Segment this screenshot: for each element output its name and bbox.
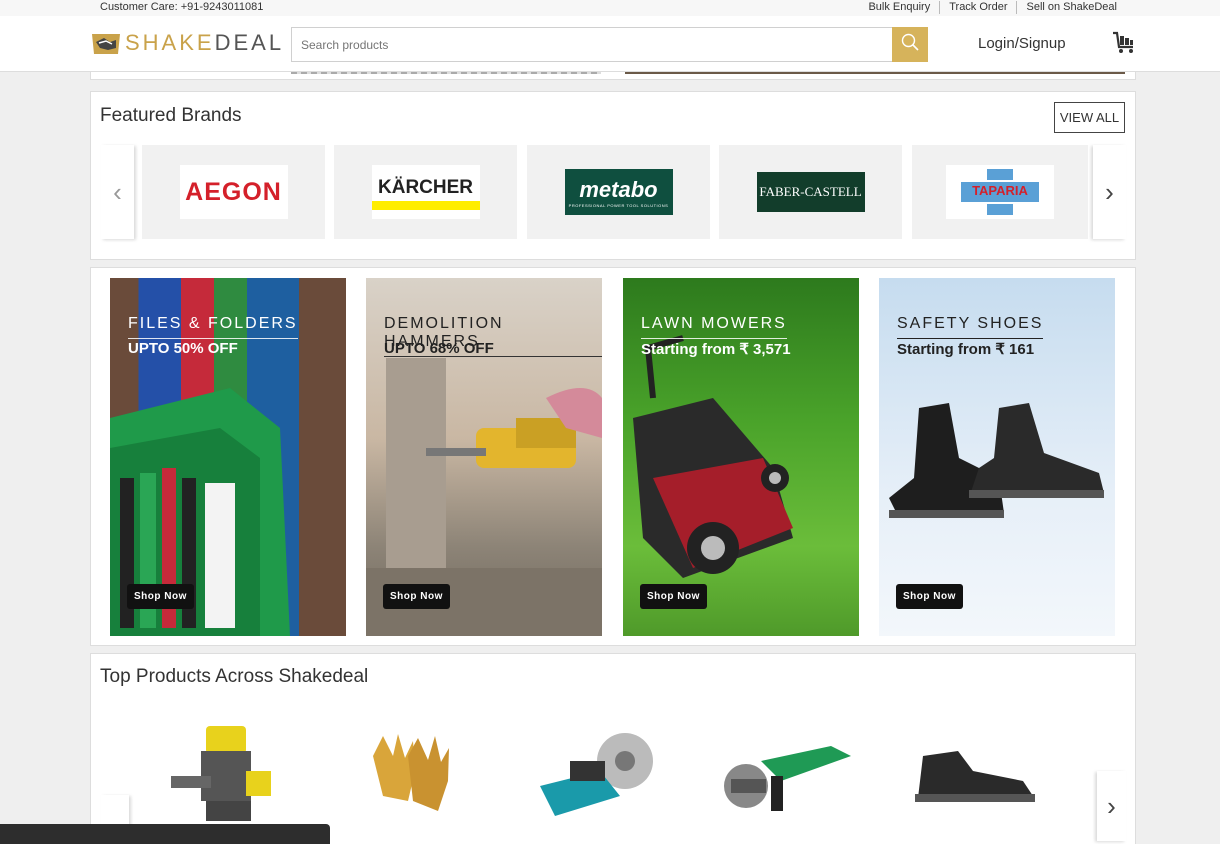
- angle-grinder-image: [724, 746, 851, 811]
- brand-card-taparia[interactable]: TAPARIA: [912, 145, 1088, 239]
- brand-logo-karcher: KÄRCHER: [371, 165, 480, 219]
- brand-name: KÄRCHER: [378, 177, 473, 198]
- utility-links: Bulk Enquiry Track Order Sell on ShakeDe…: [859, 1, 1126, 14]
- search-icon: [901, 33, 919, 56]
- leather-gloves-image: [373, 734, 449, 811]
- brand-logo-taparia: TAPARIA: [946, 165, 1054, 219]
- brand-name: metabo: [579, 176, 658, 202]
- brand-card-aegon[interactable]: AEGON: [142, 145, 325, 239]
- taparia-cross-mark: TAPARIA: [961, 169, 1039, 215]
- customer-care: Customer Care: +91-9243011081: [100, 1, 264, 13]
- bulk-enquiry-link[interactable]: Bulk Enquiry: [859, 1, 939, 14]
- login-signup-link[interactable]: Login/Signup: [978, 35, 1066, 52]
- category-promos-section: FILES & FOLDERS UPTO 50% OFF Shop Now DE…: [90, 267, 1136, 646]
- search-input[interactable]: [292, 28, 892, 61]
- hero-banner-edge: [90, 72, 1136, 80]
- top-utility-bar: Customer Care: +91-9243011081 Bulk Enqui…: [0, 0, 1220, 16]
- cut-off-saw-image: [540, 733, 653, 816]
- top-products-section: Top Products Across Shakedeal ›: [90, 653, 1136, 844]
- brand-card-karcher[interactable]: KÄRCHER: [334, 145, 517, 239]
- view-all-button[interactable]: VIEW ALL: [1054, 102, 1125, 133]
- promo-lawn-mowers[interactable]: LAWN MOWERS Starting from ₹ 3,571 Shop N…: [623, 278, 859, 636]
- promo-offer: Starting from ₹ 161: [897, 341, 1035, 358]
- brand-logo-metabo: metabo PROFESSIONAL POWER TOOL SOLUTIONS: [564, 169, 673, 215]
- site-header: SHAKEDEAL Login/Signup: [0, 16, 1220, 72]
- promo-offer: Starting from ₹ 3,571: [641, 341, 791, 358]
- karcher-stripe: [371, 201, 480, 210]
- brand-name: FABER-CASTELL: [759, 184, 862, 199]
- product-angle-grinder[interactable]: [711, 716, 861, 836]
- cart-icon[interactable]: [1111, 31, 1137, 55]
- logo[interactable]: SHAKEDEAL: [90, 30, 284, 56]
- brand-card-metabo[interactable]: metabo PROFESSIONAL POWER TOOL SOLUTIONS: [527, 145, 710, 239]
- brand-name: AEGON: [185, 177, 282, 206]
- promo-title: FILES & FOLDERS: [128, 315, 298, 339]
- logo-text: SHAKEDEAL: [125, 30, 284, 56]
- brand-name: TAPARIA: [972, 183, 1028, 198]
- shop-now-button[interactable]: Shop Now: [896, 584, 963, 609]
- promo-offer: UPTO 68% OFF: [384, 340, 494, 357]
- sell-link[interactable]: Sell on ShakeDeal: [1016, 1, 1126, 14]
- hero-banner-image-left: [291, 72, 601, 74]
- shop-now-button[interactable]: Shop Now: [640, 584, 707, 609]
- products-next-button[interactable]: ›: [1097, 771, 1126, 841]
- brand-logo-aegon: AEGON: [179, 165, 288, 219]
- brand-tagline: PROFESSIONAL POWER TOOL SOLUTIONS: [568, 202, 669, 208]
- search-bar: [291, 27, 928, 62]
- track-order-link[interactable]: Track Order: [939, 1, 1016, 14]
- top-products-title: Top Products Across Shakedeal: [100, 666, 369, 687]
- brand-logo-faber-castell: FABER-CASTELL: [756, 172, 865, 212]
- brands-prev-button[interactable]: ‹: [101, 145, 134, 239]
- promo-title: LAWN MOWERS: [641, 315, 787, 339]
- promo-offer: UPTO 50% OFF: [128, 340, 238, 357]
- chevron-right-icon: ›: [1107, 790, 1116, 821]
- product-safety-shoe[interactable]: [898, 716, 1048, 836]
- shop-now-button[interactable]: Shop Now: [383, 584, 450, 609]
- promo-safety-shoes[interactable]: SAFETY SHOES Starting from ₹ 161 Shop No…: [879, 278, 1115, 636]
- search-button[interactable]: [892, 27, 928, 62]
- chevron-right-icon: ›: [1105, 176, 1114, 207]
- router-tool-image: [171, 726, 271, 821]
- brand-card-faber-castell[interactable]: FABER-CASTELL: [719, 145, 902, 239]
- promo-files-folders[interactable]: FILES & FOLDERS UPTO 50% OFF Shop Now: [110, 278, 346, 636]
- safety-shoe-image: [915, 751, 1035, 802]
- shop-now-button[interactable]: Shop Now: [127, 584, 194, 609]
- chevron-left-icon: ‹: [113, 176, 122, 207]
- logo-text-shake: SHAKE: [125, 30, 215, 55]
- featured-brands-section: Featured Brands VIEW ALL ‹ AEGON KÄRCHER…: [90, 91, 1136, 260]
- handshake-logo-icon: [90, 30, 122, 56]
- brands-next-button[interactable]: ›: [1093, 145, 1126, 239]
- promo-demolition-hammers[interactable]: DEMOLITION HAMMERS UPTO 68% OFF Shop Now: [366, 278, 602, 636]
- product-cut-off-saw[interactable]: [525, 716, 675, 836]
- product-router-tool[interactable]: [151, 716, 301, 836]
- product-leather-gloves[interactable]: [338, 716, 488, 836]
- logo-text-deal: DEAL: [214, 30, 285, 55]
- promo-title: SAFETY SHOES: [897, 315, 1044, 339]
- featured-brands-title: Featured Brands: [100, 105, 242, 126]
- hero-banner-image-right: [625, 72, 1125, 74]
- bottom-overlay-bar: [0, 824, 330, 844]
